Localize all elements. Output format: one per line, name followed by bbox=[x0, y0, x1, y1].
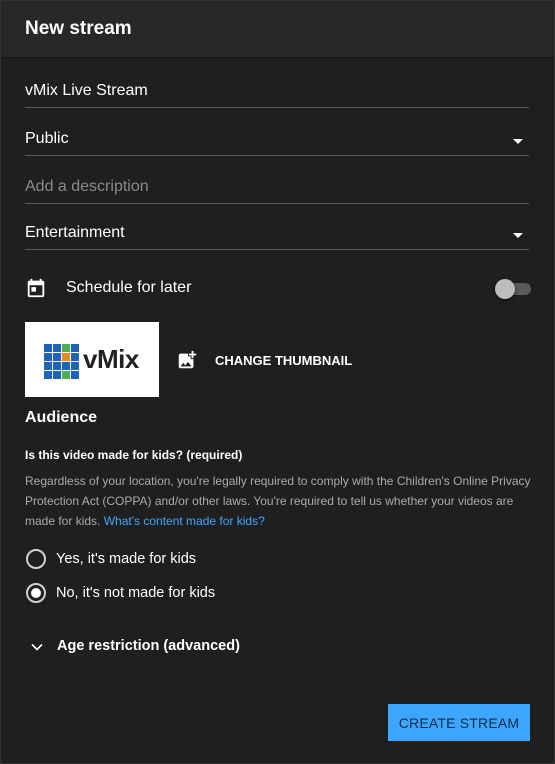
logo-grid-cell bbox=[71, 362, 79, 370]
schedule-label: Schedule for later bbox=[66, 279, 192, 296]
logo-grid-cell bbox=[44, 371, 52, 379]
calendar-icon bbox=[27, 278, 45, 298]
logo-grid-cell bbox=[71, 371, 79, 379]
radio-no-label: No, it's not made for kids bbox=[56, 585, 216, 601]
radio-made-for-kids-yes[interactable]: Yes, it's made for kids bbox=[25, 548, 325, 572]
dropdown-caret-icon bbox=[513, 233, 523, 238]
title-input[interactable] bbox=[25, 82, 495, 100]
radio-yes-label: Yes, it's made for kids bbox=[56, 551, 197, 567]
coppa-text: Regardless of your location, you're lega… bbox=[25, 474, 531, 528]
title-field[interactable] bbox=[25, 68, 529, 108]
logo-grid-cell bbox=[44, 344, 52, 352]
category-dropdown[interactable]: Entertainment bbox=[25, 210, 529, 250]
age-restriction-label: Age restriction (advanced) bbox=[57, 638, 240, 654]
category-value: Entertainment bbox=[25, 224, 125, 241]
made-for-kids-question: Is this video made for kids? (required) bbox=[25, 448, 243, 462]
logo-grid-cell bbox=[44, 362, 52, 370]
radio-unchecked-icon bbox=[26, 549, 46, 569]
logo-grid-cell bbox=[62, 344, 70, 352]
visibility-dropdown[interactable]: Public bbox=[25, 116, 529, 156]
logo-grid-cell bbox=[62, 362, 70, 370]
change-thumbnail-label: CHANGE THUMBNAIL bbox=[215, 353, 353, 368]
description-input[interactable] bbox=[25, 178, 495, 196]
schedule-toggle[interactable] bbox=[495, 279, 531, 299]
vmix-logo-icon bbox=[44, 344, 79, 379]
visibility-value: Public bbox=[25, 130, 69, 147]
logo-grid-cell bbox=[53, 371, 61, 379]
logo-grid-cell bbox=[53, 362, 61, 370]
schedule-row: Schedule for later bbox=[25, 273, 531, 305]
vmix-logo-text: vMix bbox=[83, 344, 139, 374]
logo-grid-cell bbox=[53, 344, 61, 352]
audience-heading: Audience bbox=[25, 409, 98, 426]
radio-made-for-kids-no[interactable]: No, it's not made for kids bbox=[25, 582, 325, 606]
radio-checked-icon bbox=[26, 583, 46, 603]
dialog-title: New stream bbox=[25, 18, 132, 39]
dropdown-caret-icon bbox=[513, 139, 523, 144]
logo-grid-cell bbox=[62, 371, 70, 379]
dialog-header: New stream bbox=[1, 1, 554, 58]
stream-thumbnail[interactable]: vMix bbox=[25, 322, 159, 397]
description-field[interactable] bbox=[25, 164, 529, 204]
create-stream-button[interactable]: CREATE STREAM bbox=[388, 704, 530, 741]
new-stream-dialog: New stream Public Entertainment Schedule… bbox=[0, 0, 555, 764]
logo-grid-cell bbox=[53, 353, 61, 361]
age-restriction-toggle[interactable]: Age restriction (advanced) bbox=[29, 637, 289, 657]
logo-grid-cell bbox=[71, 353, 79, 361]
chevron-down-icon bbox=[31, 643, 43, 651]
logo-grid-cell bbox=[62, 353, 70, 361]
coppa-description: Regardless of your location, you're lega… bbox=[25, 471, 535, 531]
logo-grid-cell bbox=[71, 344, 79, 352]
toggle-knob bbox=[495, 279, 515, 299]
made-for-kids-help-link[interactable]: What's content made for kids? bbox=[104, 514, 265, 528]
add-photo-icon bbox=[178, 350, 197, 369]
logo-grid-cell bbox=[44, 353, 52, 361]
